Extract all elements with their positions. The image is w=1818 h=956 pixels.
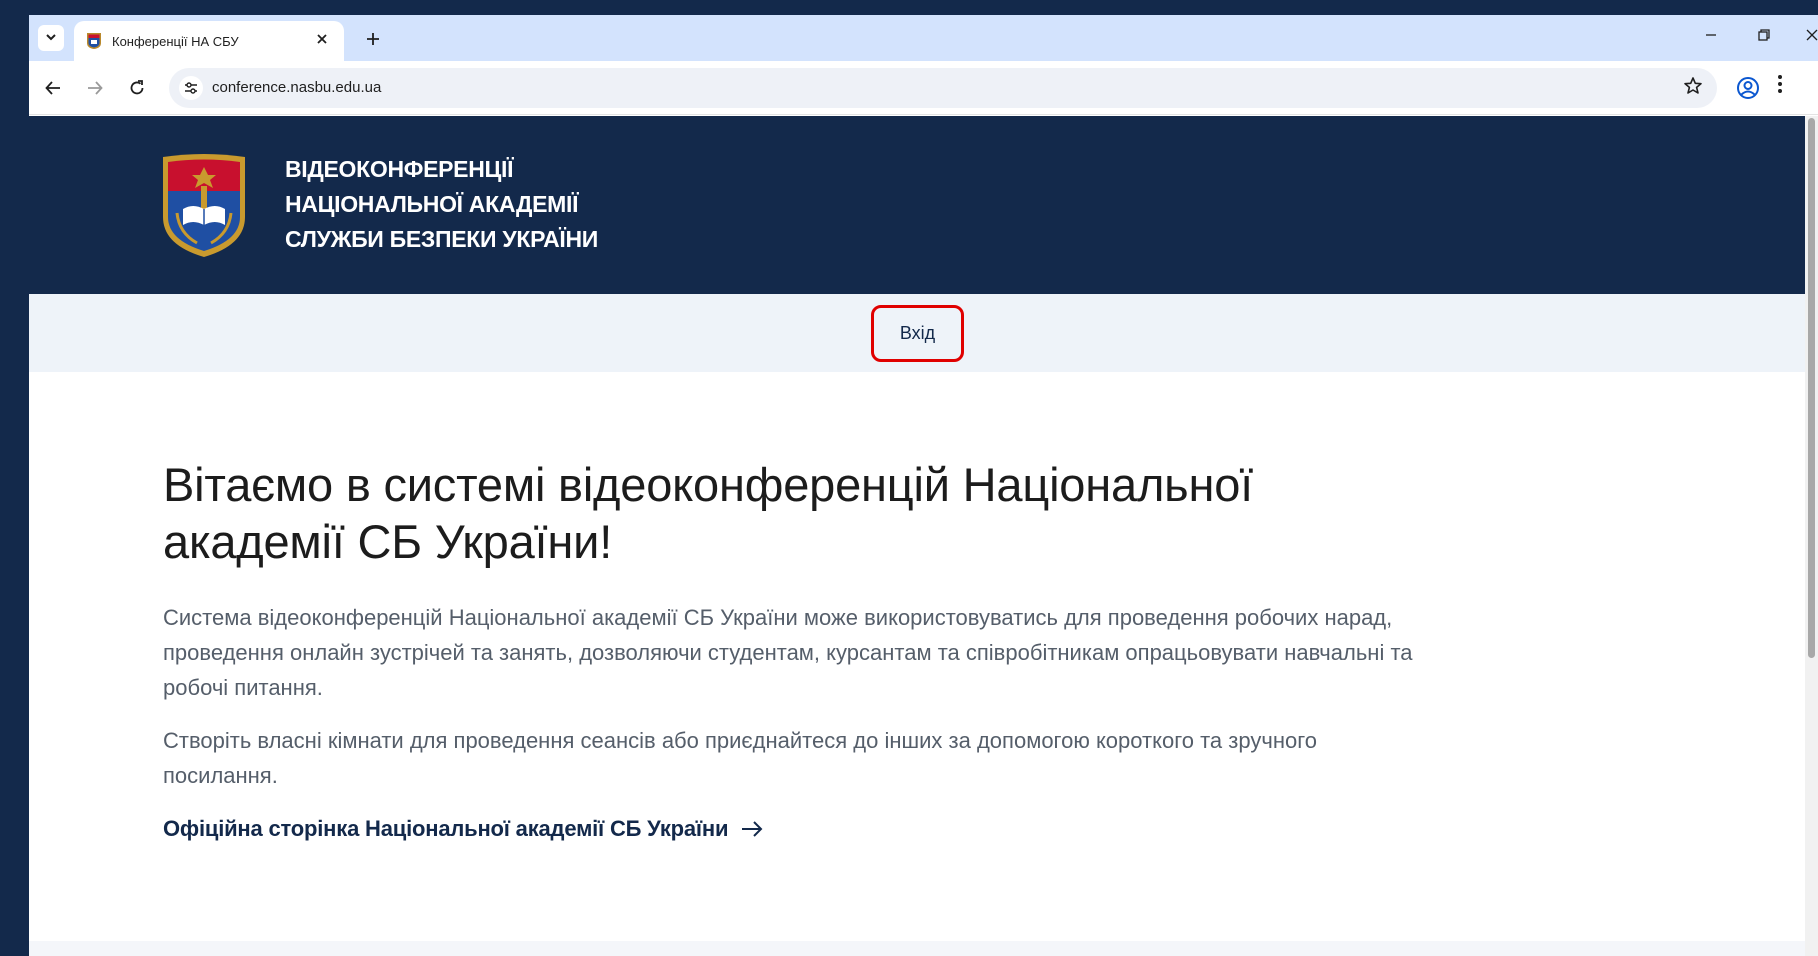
restore-icon[interactable] (1744, 23, 1784, 53)
chevron-down-icon (45, 31, 57, 46)
official-page-link-text: Офіційна сторінка Національної академії … (163, 816, 729, 841)
close-icon[interactable] (312, 32, 332, 50)
tune-icon[interactable] (179, 76, 203, 100)
arrow-right-icon[interactable] (81, 74, 109, 102)
arrow-right-icon (740, 816, 764, 841)
window-close-icon[interactable] (1797, 23, 1818, 53)
more-vert-icon[interactable] (1777, 74, 1783, 100)
url-text[interactable]: conference.nasbu.edu.ua (212, 79, 381, 96)
tab-search-button[interactable] (38, 25, 64, 51)
page-scrollbar[interactable] (1805, 116, 1818, 956)
nav-bar: Вхід (29, 294, 1805, 372)
browser-tab[interactable]: Конференції НА СБУ (74, 21, 344, 61)
rooms-paragraph: Створіть власні кімнати для проведення с… (163, 728, 1317, 788)
minimize-icon[interactable] (1691, 23, 1731, 53)
login-button[interactable]: Вхід (871, 305, 964, 362)
reload-icon[interactable] (123, 74, 151, 102)
intro-paragraph: Система відеоконференцій Національної ак… (163, 605, 1413, 700)
plus-icon[interactable] (359, 25, 387, 53)
browser-toolbar: conference.nasbu.edu.ua (29, 61, 1818, 115)
academy-emblem-icon (161, 153, 247, 259)
site-title-line: НАЦІОНАЛЬНОЇ АКАДЕМІЇ (285, 191, 579, 217)
scrollbar-thumb[interactable] (1808, 118, 1815, 658)
tab-strip: Конференції НА СБУ (29, 15, 1818, 61)
footer-band (29, 941, 1805, 956)
tab-title: Конференції НА СБУ (112, 33, 239, 49)
profile-icon[interactable] (1735, 75, 1761, 101)
page-heading: Вітаємо в системі відеоконференцій Націо… (163, 458, 1254, 568)
site-title-line: ВІДЕОКОНФЕРЕНЦІЇ (285, 156, 514, 182)
web-page: ВІДЕОКОНФЕРЕНЦІЇ НАЦІОНАЛЬНОЇ АКАДЕМІЇ С… (29, 116, 1805, 956)
arrow-left-icon[interactable] (39, 74, 67, 102)
site-favicon-icon (86, 32, 102, 50)
site-title-line: СЛУЖБИ БЕЗПЕКИ УКРАЇНИ (285, 226, 598, 252)
site-header: ВІДЕОКОНФЕРЕНЦІЇ НАЦІОНАЛЬНОЇ АКАДЕМІЇ С… (29, 116, 1805, 294)
site-title: ВІДЕОКОНФЕРЕНЦІЇ НАЦІОНАЛЬНОЇ АКАДЕМІЇ С… (285, 152, 598, 257)
address-bar[interactable]: conference.nasbu.edu.ua (169, 68, 1717, 108)
star-icon[interactable] (1683, 76, 1703, 102)
hero-section: Вітаємо в системі відеоконференцій Націо… (163, 456, 1423, 842)
browser-window: Конференції НА СБУ conference.nasbu.edu.… (29, 15, 1818, 956)
official-page-link[interactable]: Офіційна сторінка Національної академії … (163, 816, 764, 842)
